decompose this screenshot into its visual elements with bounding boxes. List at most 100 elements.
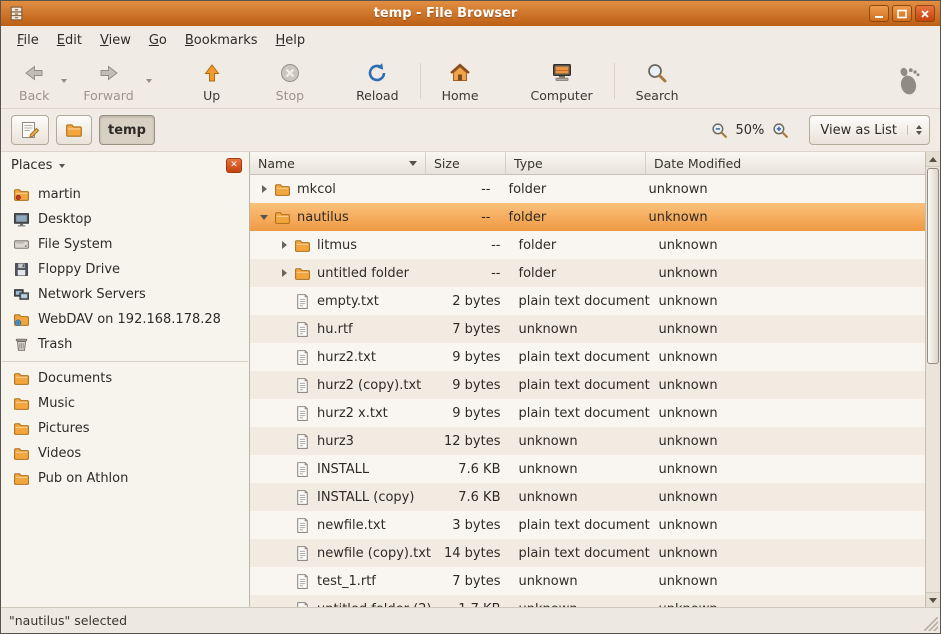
column-header-name[interactable]: Name: [250, 152, 426, 174]
zoom-out-button[interactable]: [711, 122, 728, 139]
column-header-date-modified[interactable]: Date Modified: [646, 152, 925, 174]
file-size: 3 bytes: [431, 518, 511, 533]
forward-icon: [97, 60, 121, 87]
expander-collapsed-icon[interactable]: [276, 241, 292, 249]
scroll-down-button[interactable]: [926, 592, 940, 607]
file-date-modified: unknown: [651, 546, 926, 561]
file-type: plain text document: [511, 378, 651, 393]
menu-edit[interactable]: Edit: [48, 28, 91, 53]
file-name: hurz3: [317, 434, 354, 449]
sidebar-item[interactable]: Trash: [1, 332, 249, 357]
file-row[interactable]: INSTALL7.6 KBunknownunknown: [250, 455, 925, 483]
file-row[interactable]: untitled folder--folderunknown: [250, 259, 925, 287]
toggle-location-entry-button[interactable]: [11, 115, 49, 145]
file-row[interactable]: INSTALL (copy)7.6 KBunknownunknown: [250, 483, 925, 511]
file-row[interactable]: test_1.rtf7 bytesunknownunknown: [250, 567, 925, 595]
zoom-in-button[interactable]: [772, 122, 789, 139]
webdav-icon: [13, 311, 30, 328]
network-icon: [13, 286, 30, 303]
toolbar: Back Forward Up Stop: [1, 54, 940, 109]
file-row[interactable]: hurz2 (copy).txt9 bytesplain text docume…: [250, 371, 925, 399]
sidebar-item[interactable]: martin: [1, 182, 249, 207]
menu-bookmarks[interactable]: Bookmarks: [176, 28, 267, 53]
file-row[interactable]: hurz2.txt9 bytesplain text documentunkno…: [250, 343, 925, 371]
path-root-button[interactable]: [56, 115, 92, 145]
sidebar-item[interactable]: Network Servers: [1, 282, 249, 307]
column-header-type[interactable]: Type: [506, 152, 646, 174]
back-history-dropdown[interactable]: [59, 56, 73, 106]
file-row[interactable]: mkcol--folderunknown: [250, 175, 925, 203]
stop-label: Stop: [276, 88, 304, 103]
file-type: plain text document: [511, 546, 651, 561]
maximize-button[interactable]: [892, 5, 912, 22]
view-mode-select[interactable]: View as List: [809, 115, 930, 145]
column-header-size[interactable]: Size: [426, 152, 506, 174]
folder-icon: [13, 470, 30, 487]
close-button[interactable]: [915, 5, 935, 22]
sidebar-item[interactable]: Pub on Athlon: [1, 466, 249, 491]
search-button[interactable]: Search: [626, 56, 689, 106]
forward-button[interactable]: Forward: [73, 56, 143, 106]
scrollbar-track[interactable]: [926, 167, 940, 592]
file-row[interactable]: hu.rtf7 bytesunknownunknown: [250, 315, 925, 343]
sidebar-close-button[interactable]: ✕: [226, 158, 242, 173]
file-name: INSTALL (copy): [317, 490, 414, 505]
file-row[interactable]: hurz312 bytesunknownunknown: [250, 427, 925, 455]
sidebar-item[interactable]: Pictures: [1, 416, 249, 441]
up-button[interactable]: Up: [190, 56, 234, 106]
sidebar-item[interactable]: Documents: [1, 366, 249, 391]
file-size: 9 bytes: [431, 350, 511, 365]
file-name: empty.txt: [317, 294, 379, 309]
places-selector[interactable]: Places: [11, 158, 52, 173]
file-row[interactable]: untitled folder (2)1.7 KBunknownunknown: [250, 595, 925, 607]
stop-button[interactable]: Stop: [266, 56, 314, 106]
file-icon: [294, 293, 311, 310]
forward-history-dropdown[interactable]: [144, 56, 158, 106]
path-button-current[interactable]: temp: [99, 115, 155, 145]
search-label: Search: [636, 88, 679, 103]
combo-stepper-icon: [907, 125, 922, 135]
resize-grip[interactable]: [924, 617, 938, 631]
throbber-icon: [888, 56, 932, 106]
sidebar-item[interactable]: WebDAV on 192.168.178.28: [1, 307, 249, 332]
titlebar[interactable]: temp - File Browser: [1, 1, 940, 26]
home-button[interactable]: Home: [432, 56, 489, 106]
home-label: Home: [442, 88, 479, 103]
computer-icon: [550, 60, 574, 87]
reload-button[interactable]: Reload: [346, 56, 409, 106]
sidebar-item[interactable]: Desktop: [1, 207, 249, 232]
file-row[interactable]: empty.txt2 bytesplain text documentunkno…: [250, 287, 925, 315]
column-label: Date Modified: [654, 156, 741, 171]
sidebar-item[interactable]: Videos: [1, 441, 249, 466]
file-row[interactable]: newfile.txt3 bytesplain text documentunk…: [250, 511, 925, 539]
expander-collapsed-icon[interactable]: [276, 269, 292, 277]
minimize-icon: [874, 9, 884, 19]
menu-view[interactable]: View: [91, 28, 140, 53]
scroll-up-button[interactable]: [926, 152, 940, 167]
sidebar-header: Places ✕: [1, 152, 249, 179]
menu-help[interactable]: Help: [267, 28, 315, 53]
expander-collapsed-icon[interactable]: [256, 185, 272, 193]
computer-button[interactable]: Computer: [521, 56, 603, 106]
sidebar-item[interactable]: File System: [1, 232, 249, 257]
back-button[interactable]: Back: [9, 56, 59, 106]
file-row[interactable]: newfile (copy).txt14 bytesplain text doc…: [250, 539, 925, 567]
folder-icon: [274, 181, 291, 198]
file-row[interactable]: nautilus--folderunknown: [250, 203, 925, 231]
minimize-button[interactable]: [869, 5, 889, 22]
file-row[interactable]: litmus--folderunknown: [250, 231, 925, 259]
scrollbar-thumb[interactable]: [927, 168, 939, 364]
file-type: folder: [501, 182, 641, 197]
file-size: --: [421, 210, 501, 225]
trash-icon: [13, 336, 30, 353]
menu-go[interactable]: Go: [140, 28, 176, 53]
expander-expanded-icon[interactable]: [256, 215, 272, 220]
file-row[interactable]: hurz2 x.txt9 bytesplain text documentunk…: [250, 399, 925, 427]
file-size: 2 bytes: [431, 294, 511, 309]
sidebar-item[interactable]: Music: [1, 391, 249, 416]
menu-file[interactable]: File: [8, 28, 48, 53]
arrow-down-icon: [929, 598, 937, 603]
file-type: folder: [511, 238, 651, 253]
file-icon: [294, 573, 311, 590]
sidebar-item[interactable]: Floppy Drive: [1, 257, 249, 282]
